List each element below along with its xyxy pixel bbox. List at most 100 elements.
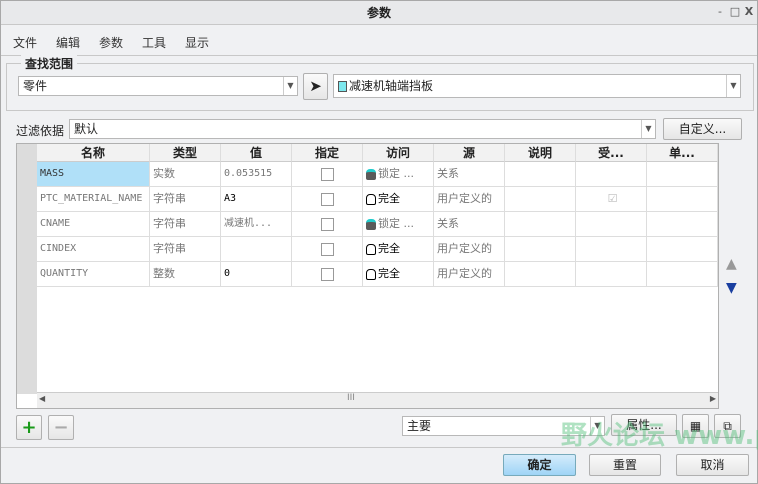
custom-button[interactable]: 自定义... xyxy=(663,118,742,140)
assigned-cell[interactable] xyxy=(292,212,363,237)
remove-parameter-button[interactable]: − xyxy=(48,415,74,440)
param-name-cell[interactable]: CINDEX xyxy=(37,237,150,262)
scope-object-select[interactable]: 减速机轴端挡板 ▼ xyxy=(333,74,741,98)
column-header-type[interactable]: 类型 xyxy=(150,144,221,162)
column-header-name[interactable]: 名称 xyxy=(37,144,150,162)
restricted-cell[interactable] xyxy=(576,262,647,287)
scope-legend: 查找范围 xyxy=(21,55,78,72)
param-value-cell[interactable]: 减速机... xyxy=(221,212,292,237)
assigned-checkbox[interactable] xyxy=(320,242,334,256)
filter-value: 默认 xyxy=(74,122,99,136)
source-cell[interactable]: 关系 xyxy=(434,162,505,187)
select-object-button[interactable]: ➤ xyxy=(303,73,328,100)
units-cell[interactable] xyxy=(647,262,718,287)
filter-label: 过滤依据 xyxy=(16,124,65,138)
description-cell[interactable] xyxy=(505,187,576,212)
access-cell[interactable]: 完全 xyxy=(363,187,434,212)
column-header-access[interactable]: 访问 xyxy=(363,144,434,162)
scroll-grip[interactable]: III xyxy=(347,393,355,403)
minimize-button[interactable]: - xyxy=(713,5,727,19)
assigned-checkbox[interactable] xyxy=(320,167,334,181)
access-label: 锁定 ... xyxy=(378,217,414,230)
column-header-value[interactable]: 值 xyxy=(221,144,292,162)
watermark: 野火论坛 www.proewildfire.cn xyxy=(561,421,758,451)
param-value-cell[interactable]: A3 xyxy=(221,187,292,212)
restricted-check-icon: ☑ xyxy=(607,192,618,205)
units-cell[interactable] xyxy=(647,212,718,237)
view-value: 主要 xyxy=(407,419,432,433)
menu-parameters[interactable]: 参数 xyxy=(99,34,123,51)
param-value-cell[interactable]: 0 xyxy=(221,262,292,287)
locked-icon xyxy=(366,218,376,230)
full-access-icon xyxy=(366,193,376,205)
units-cell[interactable] xyxy=(647,187,718,212)
chevron-down-icon: ▼ xyxy=(641,120,655,138)
menu-tools[interactable]: 工具 xyxy=(142,34,166,51)
column-header-description[interactable]: 说明 xyxy=(505,144,576,162)
assigned-checkbox[interactable] xyxy=(320,192,334,206)
scope-type-select[interactable]: 零件 ▼ xyxy=(18,76,298,96)
menu-file[interactable]: 文件 xyxy=(13,34,37,51)
units-cell[interactable] xyxy=(647,237,718,262)
access-cell[interactable]: 完全 xyxy=(363,237,434,262)
menu-edit[interactable]: 编辑 xyxy=(56,34,80,51)
description-cell[interactable] xyxy=(505,162,576,187)
access-cell[interactable]: 锁定 ... xyxy=(363,162,434,187)
scope-type-value: 零件 xyxy=(23,79,48,93)
assigned-checkbox[interactable] xyxy=(320,217,334,231)
restricted-cell[interactable] xyxy=(576,212,647,237)
param-name-cell[interactable]: PTC_MATERIAL_NAME xyxy=(37,187,150,212)
restricted-cell[interactable]: ☑ xyxy=(576,187,647,212)
move-down-icon[interactable]: ▼ xyxy=(726,280,737,296)
source-cell[interactable]: 用户定义的 xyxy=(434,237,505,262)
param-name-cell[interactable]: CNAME xyxy=(37,212,150,237)
restricted-cell[interactable] xyxy=(576,162,647,187)
move-up-icon[interactable]: ▲ xyxy=(726,256,737,272)
column-header-assigned[interactable]: 指定 xyxy=(292,144,363,162)
horizontal-scrollbar[interactable]: ◀ III ▶ xyxy=(37,392,718,408)
source-cell[interactable]: 关系 xyxy=(434,212,505,237)
row-header-column xyxy=(17,144,37,394)
description-cell[interactable] xyxy=(505,262,576,287)
param-value-cell[interactable]: 0.053515 xyxy=(221,162,292,187)
assigned-cell[interactable] xyxy=(292,162,363,187)
full-access-icon xyxy=(366,268,376,280)
close-button[interactable]: X xyxy=(742,5,756,19)
param-value-cell[interactable] xyxy=(221,237,292,262)
column-header-restricted[interactable]: 受... xyxy=(576,144,647,162)
source-cell[interactable]: 用户定义的 xyxy=(434,187,505,212)
assigned-checkbox[interactable] xyxy=(320,267,334,281)
part-icon xyxy=(338,81,347,92)
param-name-cell[interactable]: MASS xyxy=(37,162,150,187)
column-header-source[interactable]: 源 xyxy=(434,144,505,162)
access-label: 完全 xyxy=(378,192,400,205)
parameters-table: ◀ III ▶ 名称 类型值指定 访问源说明 受... 单... MASS 实数 0.0535… xyxy=(16,143,719,409)
assigned-cell[interactable] xyxy=(292,262,363,287)
maximize-button[interactable]: □ xyxy=(728,5,742,19)
restricted-cell[interactable] xyxy=(576,237,647,262)
assigned-cell[interactable] xyxy=(292,187,363,212)
description-cell[interactable] xyxy=(505,237,576,262)
filter-select[interactable]: 默认 ▼ xyxy=(69,119,656,139)
menu-display[interactable]: 显示 xyxy=(185,34,209,51)
param-type-cell[interactable]: 字符串 xyxy=(150,212,221,237)
param-type-cell[interactable]: 整数 xyxy=(150,262,221,287)
description-cell[interactable] xyxy=(505,212,576,237)
param-type-cell[interactable]: 字符串 xyxy=(150,187,221,212)
units-cell[interactable] xyxy=(647,162,718,187)
add-parameter-button[interactable]: + xyxy=(16,415,42,440)
access-cell[interactable]: 锁定 ... xyxy=(363,212,434,237)
param-type-cell[interactable]: 字符串 xyxy=(150,237,221,262)
assigned-cell[interactable] xyxy=(292,237,363,262)
param-type-cell[interactable]: 实数 xyxy=(150,162,221,187)
access-label: 锁定 ... xyxy=(378,167,414,180)
scroll-left-icon[interactable]: ◀ xyxy=(39,394,45,403)
column-header-units[interactable]: 单... xyxy=(647,144,718,162)
scroll-right-icon[interactable]: ▶ xyxy=(710,394,716,403)
source-cell[interactable]: 用户定义的 xyxy=(434,262,505,287)
param-name-cell[interactable]: QUANTITY xyxy=(37,262,150,287)
title-bar: 参数 xyxy=(1,1,757,25)
cursor-arrow-icon: ➤ xyxy=(309,77,322,95)
access-cell[interactable]: 完全 xyxy=(363,262,434,287)
window-title: 参数 xyxy=(366,6,391,20)
